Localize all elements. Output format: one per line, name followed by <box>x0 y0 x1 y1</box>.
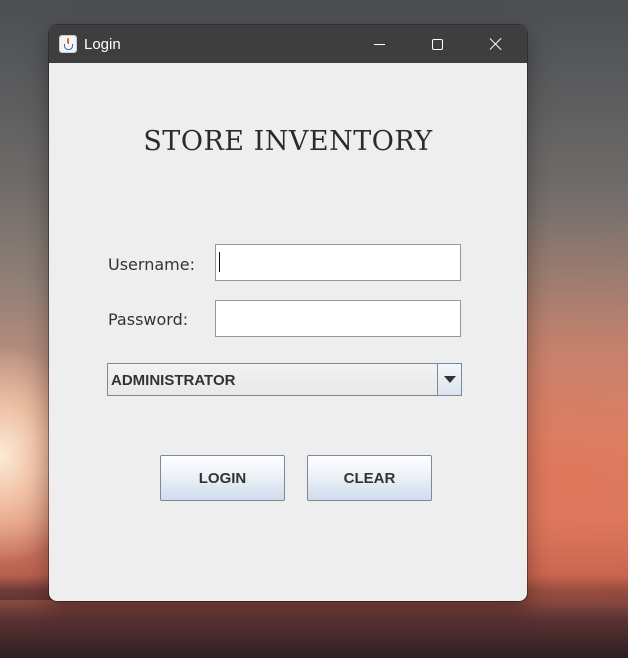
title-bar[interactable]: Login <box>49 25 527 63</box>
maximize-button[interactable] <box>414 25 460 63</box>
minimize-button[interactable] <box>356 25 402 63</box>
minimize-icon <box>373 43 385 45</box>
username-field[interactable] <box>215 244 461 281</box>
clear-button[interactable]: CLEAR <box>307 455 432 501</box>
maximize-icon <box>431 38 443 50</box>
password-label: Password: <box>108 310 189 329</box>
username-label: Username: <box>108 255 195 274</box>
close-button[interactable] <box>473 25 519 63</box>
role-dropdown[interactable]: ADMINISTRATOR <box>107 363 462 396</box>
chevron-down-icon[interactable] <box>437 364 461 395</box>
login-button[interactable]: LOGIN <box>160 455 285 501</box>
page-title: STORE INVENTORY <box>143 126 433 157</box>
desktop-wallpaper-water <box>0 600 628 658</box>
password-field[interactable] <box>215 300 461 337</box>
window-title: Login <box>84 36 121 53</box>
login-window: Login STORE INVENTORY Username: Password… <box>49 25 527 601</box>
java-cup-icon <box>59 35 77 53</box>
text-caret <box>219 252 220 272</box>
role-dropdown-value: ADMINISTRATOR <box>111 372 236 389</box>
close-icon <box>489 37 503 51</box>
